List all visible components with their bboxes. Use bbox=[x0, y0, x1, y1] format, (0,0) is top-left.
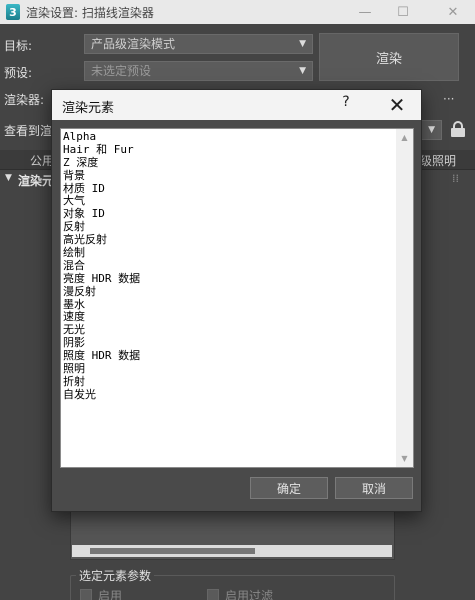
enable-filter-label: 启用过滤 bbox=[225, 589, 274, 600]
preset-label: 预设: bbox=[4, 66, 33, 80]
rollout-pin-icon[interactable]: ⁞⁞ bbox=[452, 172, 459, 185]
list-item[interactable]: 对象 ID bbox=[63, 207, 393, 221]
more-options-icon[interactable]: ··· bbox=[443, 92, 454, 106]
list-item[interactable]: 照明 bbox=[63, 362, 393, 376]
list-item[interactable]: 自发光 bbox=[63, 388, 393, 402]
ok-button[interactable]: 确定 bbox=[250, 477, 328, 499]
element-type-list: Alpha Hair 和 Fur Z 深度 背景 材质 ID 大气 对象 ID 反射 高光反射绘… bbox=[63, 130, 393, 402]
list-item[interactable]: Alpha bbox=[63, 130, 393, 144]
window-title: 渲染设置: 扫描线渲染器 bbox=[26, 5, 154, 20]
list-item[interactable]: 墨水 bbox=[63, 298, 393, 312]
list-item[interactable]: 混合 bbox=[63, 259, 393, 273]
rollout-title: 渲染元 bbox=[18, 174, 55, 188]
app-icon: 3 bbox=[6, 4, 20, 20]
chevron-down-icon: ▼ bbox=[428, 125, 435, 135]
element-type-listbox[interactable]: Alpha Hair 和 Fur Z 深度 背景 材质 ID 大气 对象 ID 反射 高光反射绘… bbox=[60, 128, 414, 468]
view-label: 查看到渲 bbox=[4, 124, 53, 138]
list-item[interactable]: 速度 bbox=[63, 311, 393, 324]
list-item[interactable]: 反射 bbox=[63, 220, 393, 234]
list-item[interactable]: 绘制 bbox=[63, 246, 393, 260]
chevron-down-icon: ▼ bbox=[299, 39, 306, 49]
enable-checkbox[interactable] bbox=[80, 589, 92, 600]
close-window-icon[interactable]: ✕ bbox=[431, 0, 475, 24]
list-item[interactable]: 大气 bbox=[63, 195, 393, 208]
chevron-down-icon: ▼ bbox=[299, 66, 306, 76]
dialog-titlebar: 渲染元素 ? ✕ bbox=[52, 90, 421, 120]
target-label: 目标: bbox=[4, 39, 33, 53]
list-item[interactable]: 无光 bbox=[63, 323, 393, 337]
dialog-title: 渲染元素 bbox=[62, 101, 115, 116]
renderer-label: 渲染器: bbox=[4, 93, 45, 107]
list-item[interactable]: 折射 bbox=[63, 375, 393, 389]
window-titlebar: 3 渲染设置: 扫描线渲染器 — ☐ ✕ bbox=[0, 0, 475, 24]
target-value: 产品级渲染模式 bbox=[91, 37, 176, 51]
scrollbar-thumb[interactable] bbox=[90, 548, 255, 554]
list-item[interactable]: 背景 bbox=[63, 169, 393, 183]
maximize-icon[interactable]: ☐ bbox=[381, 0, 425, 24]
selected-element-params-title: 选定元素参数 bbox=[76, 567, 155, 584]
cancel-button[interactable]: 取消 bbox=[335, 477, 413, 499]
list-item[interactable]: 高光反射 bbox=[63, 233, 393, 247]
list-item[interactable]: 材质 ID bbox=[63, 182, 393, 196]
tab-advanced-lighting[interactable]: 级照明 bbox=[420, 152, 456, 169]
render-elements-dialog: 渲染元素 ? ✕ Alpha Hair 和 Fur Z 深度 背景 材质 ID 大气 对象 … bbox=[51, 89, 422, 512]
close-icon[interactable]: ✕ bbox=[382, 92, 412, 118]
list-item[interactable]: 漫反射 bbox=[63, 285, 393, 299]
enable-filter-checkbox[interactable] bbox=[207, 589, 219, 600]
scroll-up-icon[interactable]: ▲ bbox=[396, 129, 413, 146]
lock-icon[interactable] bbox=[451, 121, 465, 137]
preset-dropdown[interactable]: 未选定预设 ▼ bbox=[84, 61, 313, 81]
vertical-scrollbar[interactable]: ▲ ▼ bbox=[396, 129, 413, 467]
preset-value: 未选定预设 bbox=[91, 64, 152, 78]
enable-label: 启用 bbox=[98, 589, 123, 600]
list-item[interactable]: 照度 HDR 数据 bbox=[63, 349, 393, 363]
list-item[interactable]: 亮度 HDR 数据 bbox=[63, 272, 393, 286]
list-item[interactable]: Hair 和 Fur bbox=[63, 143, 393, 157]
chevron-down-icon: ▼ bbox=[5, 173, 12, 183]
render-button[interactable]: 渲染 bbox=[319, 33, 459, 81]
target-dropdown[interactable]: 产品级渲染模式 ▼ bbox=[84, 34, 313, 54]
help-icon[interactable]: ? bbox=[338, 94, 354, 116]
list-item[interactable]: Z 深度 bbox=[63, 156, 393, 170]
view-dropdown[interactable]: ▼ bbox=[420, 120, 442, 140]
scroll-down-icon[interactable]: ▼ bbox=[396, 450, 413, 467]
horizontal-scrollbar[interactable] bbox=[72, 545, 392, 557]
